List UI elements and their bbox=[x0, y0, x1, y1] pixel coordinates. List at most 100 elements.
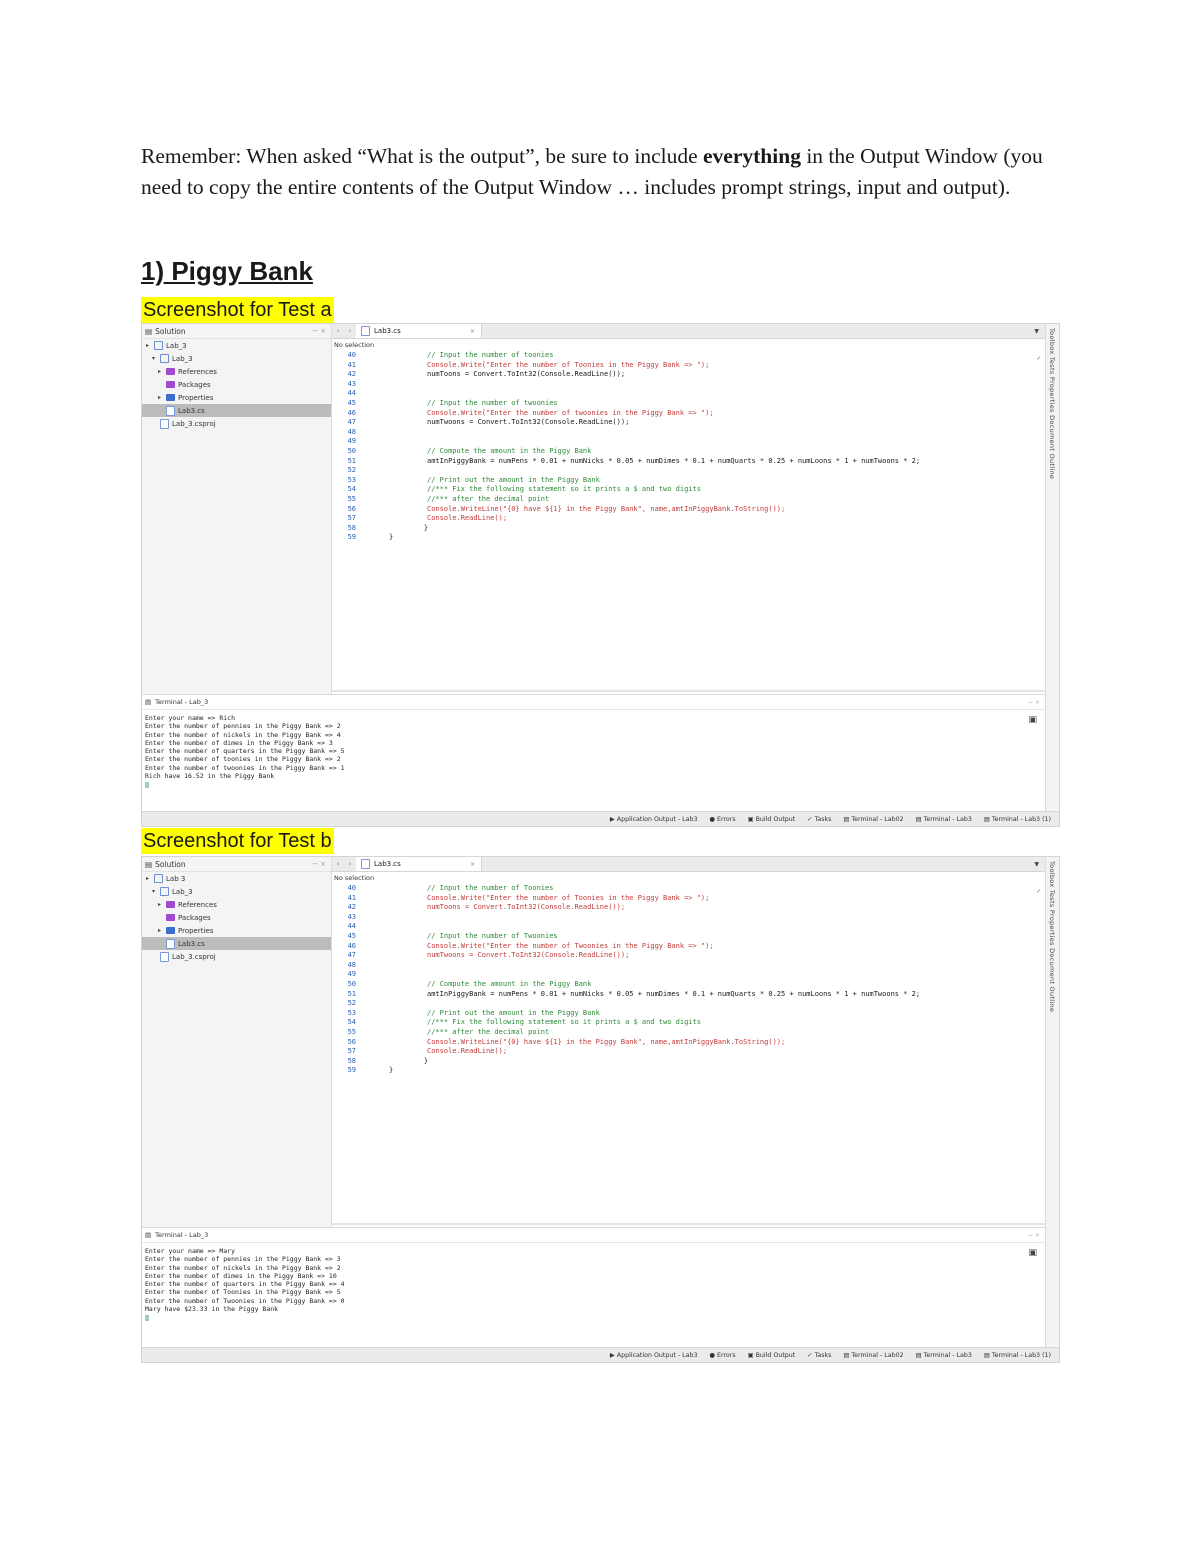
horizontal-scrollbar[interactable] bbox=[332, 690, 1045, 692]
terminal-menu-icon[interactable]: ▣ bbox=[1028, 1248, 1037, 1258]
folder-icon bbox=[154, 341, 163, 350]
terminal-icon: ▤ bbox=[145, 1231, 152, 1239]
pad-tab-icon: ▤ bbox=[915, 815, 922, 823]
folder-icon bbox=[160, 354, 169, 363]
tree-item[interactable]: ▾ Lab_3 bbox=[142, 885, 331, 898]
pad-tab-icon: ▤ bbox=[983, 1351, 990, 1359]
caption-test-b: Screenshot for Test b bbox=[141, 828, 334, 854]
terminal-menu-icon[interactable]: ▣ bbox=[1028, 715, 1037, 725]
solution-header: ▤ Solution − × bbox=[142, 324, 331, 339]
pad-tab-icon: ▤ bbox=[843, 815, 850, 823]
pad-tab[interactable]: ▤ Terminal - Lab3 bbox=[916, 1352, 972, 1359]
nav-forward-icon[interactable]: › bbox=[344, 327, 356, 335]
file-icon bbox=[166, 938, 175, 949]
code-text: Console.WriteLine("{0} have ${1} in the … bbox=[427, 504, 786, 513]
breadcrumb[interactable]: No selection bbox=[334, 874, 374, 882]
tree-item[interactable]: Packages bbox=[142, 378, 331, 391]
folder-icon bbox=[166, 901, 175, 908]
expand-caret-icon[interactable]: ▸ bbox=[144, 342, 151, 349]
tree-item[interactable]: Lab_3.csproj bbox=[142, 417, 331, 430]
tree-item[interactable]: Lab3.cs bbox=[142, 937, 331, 950]
pad-tab[interactable]: ▣ Build Output bbox=[748, 816, 796, 823]
line-number: 44 bbox=[347, 389, 356, 398]
folder-icon bbox=[166, 368, 175, 375]
side-pad-tabs[interactable]: Toolbox Tests Properties Document Outlin… bbox=[1048, 328, 1056, 479]
code-line: 52 bbox=[332, 999, 1045, 1009]
tree-item[interactable]: Lab_3.csproj bbox=[142, 950, 331, 963]
tab-lab3-cs[interactable]: Lab3.cs × bbox=[356, 857, 482, 871]
pad-close-icon[interactable]: − × bbox=[312, 327, 326, 335]
pad-close-icon[interactable]: − × bbox=[1028, 1232, 1040, 1239]
terminal-line: Enter the number of nickels in the Piggy… bbox=[145, 730, 341, 739]
expand-caret-icon[interactable]: ▸ bbox=[144, 875, 151, 882]
breadcrumb[interactable]: No selection bbox=[334, 341, 374, 349]
pad-tab[interactable]: ▤ Terminal - Lab3 (1) bbox=[984, 816, 1051, 823]
expand-caret-icon[interactable]: ▸ bbox=[156, 901, 163, 908]
tree-item[interactable]: ▸ Properties bbox=[142, 924, 331, 937]
terminal-line: Mary have $23.33 in the Piggy Bank bbox=[145, 1305, 279, 1314]
pad-tab[interactable]: ▤ Terminal - Lab3 (1) bbox=[984, 1352, 1051, 1359]
tree-item[interactable]: ▸ Properties bbox=[142, 391, 331, 404]
pad-tab[interactable]: ● Errors bbox=[709, 1352, 735, 1359]
close-tab-icon[interactable]: × bbox=[470, 861, 475, 868]
code-editor[interactable]: 40 // Input the number of Toonies 41 Consol… bbox=[332, 884, 1045, 1076]
file-icon bbox=[160, 951, 169, 962]
status-check-icon: ✓ bbox=[1036, 887, 1041, 895]
line-number: 44 bbox=[347, 922, 356, 931]
nav-back-icon[interactable]: ‹ bbox=[332, 327, 344, 335]
line-number: 48 bbox=[347, 960, 356, 969]
pad-tab[interactable]: ✓ Tasks bbox=[807, 1352, 831, 1359]
code-text: // Input the number of Twoonies bbox=[427, 931, 558, 940]
tab-dropdown-icon[interactable]: ▼ bbox=[1034, 861, 1039, 868]
line-number: 59 bbox=[347, 1066, 356, 1075]
pad-tab[interactable]: ✓ Tasks bbox=[807, 816, 831, 823]
pad-tab-label: Terminal - Lab3 bbox=[923, 815, 972, 823]
line-number: 51 bbox=[347, 456, 356, 465]
line-number: 47 bbox=[347, 951, 356, 960]
pad-tab-icon: ▶ bbox=[609, 1351, 615, 1359]
code-text: } bbox=[407, 523, 429, 532]
code-text: Console.Write("Enter the number of twoon… bbox=[427, 408, 714, 417]
pad-tab[interactable]: ▤ Terminal - Lab02 bbox=[843, 816, 903, 823]
pad-tab[interactable]: ▤ Terminal - Lab02 bbox=[843, 1352, 903, 1359]
line-number: 53 bbox=[347, 1008, 356, 1017]
tree-item[interactable]: ▸ References bbox=[142, 365, 331, 378]
pad-tab[interactable]: ▶ Application Output - Lab3 bbox=[610, 816, 698, 823]
code-editor[interactable]: 40 // Input the number of toonies 41 Consol… bbox=[332, 351, 1045, 543]
expand-caret-icon[interactable]: ▾ bbox=[150, 888, 157, 895]
code-text: //*** after the decimal point bbox=[427, 494, 550, 503]
code-text: amtInPiggyBank = numPens * 0.01 + numNic… bbox=[427, 456, 921, 465]
tree-item[interactable]: ▸ References bbox=[142, 898, 331, 911]
tree-item[interactable]: ▸ Lab 3 bbox=[142, 872, 331, 885]
solution-icon: ▤ bbox=[145, 326, 153, 336]
pad-close-icon[interactable]: − × bbox=[1028, 699, 1040, 706]
expand-caret-icon[interactable]: ▸ bbox=[156, 394, 163, 401]
pad-close-icon[interactable]: − × bbox=[312, 860, 326, 868]
code-line: 43 bbox=[332, 913, 1045, 923]
nav-back-icon[interactable]: ‹ bbox=[332, 860, 344, 868]
close-tab-icon[interactable]: × bbox=[470, 328, 475, 335]
tree-item[interactable]: ▾ Lab_3 bbox=[142, 352, 331, 365]
side-pad-tabs[interactable]: Toolbox Tests Properties Document Outlin… bbox=[1048, 861, 1056, 1012]
pad-tab[interactable]: ▶ Application Output - Lab3 bbox=[610, 1352, 698, 1359]
terminal-output[interactable]: Enter your name => Mary Enter the number … bbox=[145, 1247, 345, 1322]
tab-dropdown-icon[interactable]: ▼ bbox=[1034, 328, 1039, 335]
nav-forward-icon[interactable]: › bbox=[344, 860, 356, 868]
horizontal-scrollbar[interactable] bbox=[332, 1223, 1045, 1225]
expand-caret-icon[interactable]: ▾ bbox=[150, 355, 157, 362]
code-line: 57 Console.ReadLine(); bbox=[332, 514, 1045, 524]
pad-tab[interactable]: ● Errors bbox=[709, 816, 735, 823]
pad-tab[interactable]: ▤ Terminal - Lab3 bbox=[916, 816, 972, 823]
terminal-output[interactable]: Enter your name => Rich Enter the number … bbox=[145, 714, 345, 789]
code-line: 42 numToons = Convert.ToInt32(Console.Rea… bbox=[332, 370, 1045, 380]
tree-item[interactable]: ▸ Lab_3 bbox=[142, 339, 331, 352]
tree-item[interactable]: Packages bbox=[142, 911, 331, 924]
tree-item-label: References bbox=[178, 367, 217, 376]
code-line: 58 } bbox=[332, 524, 1045, 534]
tab-lab3-cs[interactable]: Lab3.cs × bbox=[356, 324, 482, 338]
expand-caret-icon[interactable]: ▸ bbox=[156, 368, 163, 375]
tree-item[interactable]: Lab3.cs bbox=[142, 404, 331, 417]
pad-tab[interactable]: ▣ Build Output bbox=[748, 1352, 796, 1359]
tree-item-label: Lab 3 bbox=[166, 874, 186, 883]
expand-caret-icon[interactable]: ▸ bbox=[156, 927, 163, 934]
